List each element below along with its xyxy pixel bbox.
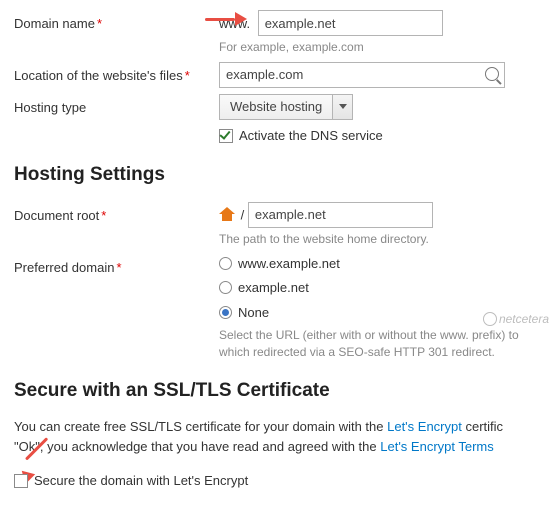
required-asterisk: * bbox=[185, 68, 190, 83]
home-icon bbox=[219, 207, 235, 221]
domain-name-input[interactable] bbox=[258, 10, 443, 36]
document-root-hint: The path to the website home directory. bbox=[219, 231, 543, 248]
preferred-domain-label: Preferred domain bbox=[14, 260, 114, 275]
hosting-type-value: Website hosting bbox=[220, 94, 332, 120]
domain-hint: For example, example.com bbox=[219, 39, 543, 56]
preferred-radio-none[interactable] bbox=[219, 306, 232, 319]
preferred-radio-label: www.example.net bbox=[238, 254, 340, 274]
lets-encrypt-link[interactable]: Let's Encrypt bbox=[387, 419, 462, 434]
chevron-down-icon bbox=[332, 94, 352, 120]
preferred-radio-apex[interactable] bbox=[219, 281, 232, 294]
hosting-type-select[interactable]: Website hosting bbox=[219, 94, 353, 120]
search-icon[interactable] bbox=[485, 67, 499, 81]
www-prefix: www. bbox=[219, 14, 250, 34]
required-asterisk: * bbox=[116, 260, 121, 275]
dns-checkbox-label: Activate the DNS service bbox=[239, 126, 383, 146]
watermark-logo: netcetera bbox=[483, 310, 549, 328]
document-root-label: Document root bbox=[14, 208, 99, 223]
globe-icon bbox=[483, 312, 497, 326]
lets-encrypt-terms-link[interactable]: Let's Encrypt Terms bbox=[380, 439, 494, 454]
domain-name-label: Domain name bbox=[14, 16, 95, 31]
location-label: Location of the website's files bbox=[14, 68, 183, 83]
ssl-heading: Secure with an SSL/TLS Certificate bbox=[14, 377, 543, 406]
location-input[interactable] bbox=[219, 62, 505, 88]
ssl-description: You can create free SSL/TLS certificate … bbox=[14, 417, 543, 457]
document-root-input[interactable] bbox=[248, 202, 433, 228]
secure-domain-checkbox-label: Secure the domain with Let's Encrypt bbox=[34, 471, 248, 491]
hosting-settings-heading: Hosting Settings bbox=[14, 161, 543, 190]
preferred-radio-label: example.net bbox=[238, 278, 309, 298]
secure-domain-checkbox[interactable] bbox=[14, 474, 28, 488]
path-separator: / bbox=[241, 207, 245, 222]
preferred-domain-hint: Select the URL (either with or without t… bbox=[219, 327, 543, 361]
preferred-radio-www[interactable] bbox=[219, 257, 232, 270]
preferred-radio-label: None bbox=[238, 303, 269, 323]
required-asterisk: * bbox=[101, 208, 106, 223]
dns-checkbox[interactable] bbox=[219, 129, 233, 143]
hosting-type-label: Hosting type bbox=[14, 100, 86, 115]
required-asterisk: * bbox=[97, 16, 102, 31]
